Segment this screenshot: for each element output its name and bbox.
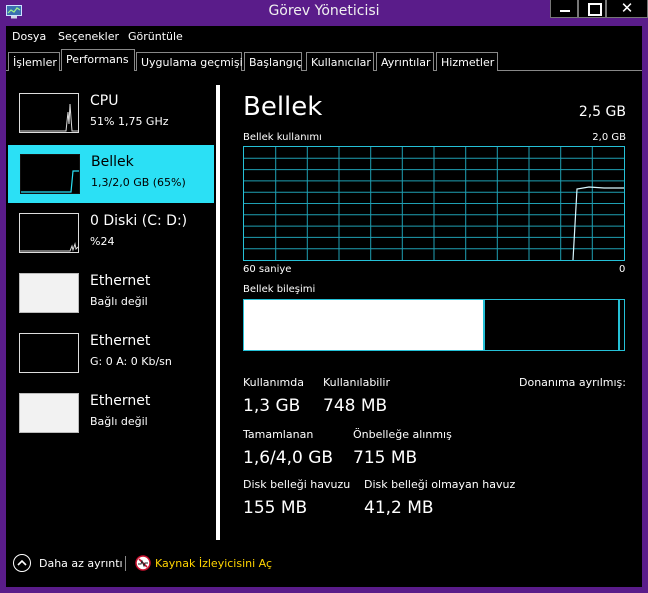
open-resource-monitor-link[interactable]: Kaynak İzleyicisini Aç bbox=[155, 557, 272, 570]
performance-panel: CPU 51% 1,75 GHz Bellek 1,3/2,0 GB (65%)… bbox=[6, 71, 642, 543]
available-label: Kullanılabilir bbox=[323, 376, 390, 389]
memory-total: 2,5 GB bbox=[578, 104, 626, 120]
footer-bar: Daha az ayrıntı Kaynak İzleyicisini Aç bbox=[6, 543, 642, 587]
chevron-up-icon[interactable] bbox=[13, 554, 31, 572]
resource-monitor-icon[interactable] bbox=[135, 555, 151, 571]
minimize-button[interactable] bbox=[550, 0, 578, 18]
nonpaged-pool-label: Disk belleği olmayan havuz bbox=[364, 478, 516, 491]
usage-graph-label: Bellek kullanımı bbox=[243, 132, 322, 143]
close-button[interactable]: ✕ bbox=[606, 0, 648, 18]
sidebar-item-ethernet-2[interactable]: Ethernet G: 0 A: 0 Kb/sn bbox=[8, 325, 214, 383]
sidebar-label-cpu: CPU bbox=[90, 93, 119, 109]
sidebar-sub-disk: %24 bbox=[90, 235, 115, 248]
sidebar-item-ethernet-3[interactable]: Ethernet Bağlı değil bbox=[8, 385, 214, 443]
disk-thumbnail-line bbox=[20, 242, 79, 252]
graph-time-left: 60 saniye bbox=[243, 264, 292, 275]
ethernet-2-thumbnail-graph bbox=[19, 333, 79, 373]
tab-processes[interactable]: İşlemler bbox=[8, 52, 60, 71]
tab-users[interactable]: Kullanıcılar bbox=[306, 52, 374, 71]
sidebar-label-ethernet-1: Ethernet bbox=[90, 273, 151, 289]
committed-label: Tamamlanan bbox=[243, 428, 314, 441]
menu-file[interactable]: Dosya bbox=[12, 30, 46, 43]
nonpaged-pool-value: 41,2 MB bbox=[364, 498, 434, 518]
window-frame-right bbox=[642, 26, 648, 593]
hardware-reserved-label: Donanıma ayrılmış: bbox=[519, 376, 626, 389]
paged-pool-label: Disk belleği havuzu bbox=[243, 478, 351, 491]
sidebar-item-ethernet-1[interactable]: Ethernet Bağlı değil bbox=[8, 265, 214, 323]
composition-in-use bbox=[244, 300, 485, 350]
sidebar-item-memory[interactable]: Bellek 1,3/2,0 GB (65%) bbox=[8, 145, 214, 203]
memory-thumbnail-graph bbox=[20, 154, 80, 194]
tab-performance[interactable]: Performans bbox=[61, 49, 135, 72]
ethernet-3-thumbnail-graph bbox=[19, 393, 79, 433]
title-bar: Görev Yöneticisi ✕ bbox=[0, 0, 648, 26]
window-frame-bottom bbox=[0, 587, 648, 593]
tab-services[interactable]: Hizmetler bbox=[436, 52, 498, 71]
maximize-button[interactable] bbox=[578, 0, 606, 18]
usage-graph-max: 2,0 GB bbox=[592, 132, 626, 143]
footer-separator bbox=[125, 556, 126, 571]
cpu-thumbnail-graph bbox=[19, 93, 79, 133]
memory-usage-grid bbox=[244, 147, 624, 260]
sidebar-sub-ethernet-3: Bağlı değil bbox=[90, 415, 148, 428]
tab-details[interactable]: Ayrıntılar bbox=[376, 52, 434, 71]
sidebar-label-ethernet-3: Ethernet bbox=[90, 393, 151, 409]
cached-label: Önbelleğe alınmış bbox=[353, 428, 452, 441]
composition-label: Bellek bileşimi bbox=[243, 284, 316, 295]
sidebar-item-cpu[interactable]: CPU 51% 1,75 GHz bbox=[8, 85, 214, 143]
in-use-value: 1,3 GB bbox=[243, 396, 301, 416]
sidebar-sub-ethernet-2: G: 0 A: 0 Kb/sn bbox=[90, 355, 172, 368]
cpu-thumbnail-line bbox=[20, 103, 78, 132]
fewer-details-button[interactable]: Daha az ayrıntı bbox=[39, 557, 123, 570]
chevron-up-glyph bbox=[17, 559, 27, 566]
memory-composition-bar bbox=[243, 299, 625, 351]
cached-value: 715 MB bbox=[353, 448, 418, 468]
sidebar-sub-cpu: 51% 1,75 GHz bbox=[90, 115, 169, 128]
committed-value: 1,6/4,0 GB bbox=[243, 448, 334, 468]
graph-time-right: 0 bbox=[619, 264, 626, 275]
composition-free bbox=[618, 300, 620, 350]
sidebar-item-disk[interactable]: 0 Diski (C: D:) %24 bbox=[8, 205, 214, 263]
composition-standby bbox=[487, 300, 618, 350]
close-icon: ✕ bbox=[620, 0, 634, 17]
menu-options[interactable]: Seçenekler bbox=[58, 30, 119, 43]
disk-thumbnail-graph bbox=[19, 213, 79, 253]
memory-thumbnail-line bbox=[21, 170, 79, 193]
tab-bar: İşlemler Performans Uygulama geçmişi Baş… bbox=[6, 47, 642, 72]
sidebar-sub-memory: 1,3/2,0 GB (65%) bbox=[91, 176, 186, 189]
tab-startup[interactable]: Başlangıç bbox=[244, 52, 302, 71]
menu-view[interactable]: Görüntüle bbox=[128, 30, 183, 43]
menu-bar: Dosya Seçenekler Görüntüle bbox=[6, 26, 642, 47]
sidebar-label-ethernet-2: Ethernet bbox=[90, 333, 151, 349]
available-value: 748 MB bbox=[323, 396, 388, 416]
tab-app-history[interactable]: Uygulama geçmişi bbox=[136, 52, 243, 71]
sidebar-label-disk: 0 Diski (C: D:) bbox=[90, 213, 188, 229]
memory-heading: Bellek bbox=[243, 92, 323, 122]
in-use-label: Kullanımda bbox=[243, 376, 304, 389]
sidebar-label-memory: Bellek bbox=[91, 154, 134, 170]
ethernet-1-thumbnail-graph bbox=[19, 273, 79, 313]
sidebar-sub-ethernet-1: Bağlı değil bbox=[90, 295, 148, 308]
memory-usage-graph bbox=[243, 146, 625, 261]
paged-pool-value: 155 MB bbox=[243, 498, 308, 518]
panel-splitter[interactable] bbox=[216, 85, 220, 540]
